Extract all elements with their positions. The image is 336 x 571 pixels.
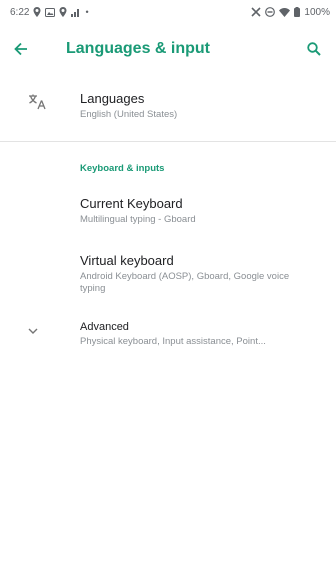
section-header-keyboard: Keyboard & inputs [80, 163, 165, 174]
signal-icon [71, 8, 80, 17]
languages-icon-wrap [16, 91, 80, 110]
page-title: Languages & input [66, 40, 210, 57]
status-bar: 6:22 • 100% [0, 0, 336, 24]
virtual-keyboard-summary: Android Keyboard (AOSP), Gboard, Google … [80, 271, 290, 294]
current-keyboard-label: Current Keyboard [80, 196, 183, 211]
virtual-keyboard-text: Virtual keyboard Android Keyboard (AOSP)… [80, 253, 320, 295]
divider [0, 141, 336, 142]
current-keyboard-item[interactable]: Current Keyboard Multilingual typing - G… [0, 196, 336, 226]
search-icon [307, 42, 321, 56]
do-not-disturb-icon [265, 7, 276, 17]
current-keyboard-text: Current Keyboard Multilingual typing - G… [80, 196, 320, 226]
search-button[interactable] [300, 35, 328, 63]
back-button[interactable] [14, 35, 42, 63]
status-time: 6:22 [10, 6, 30, 18]
dot-icon: • [85, 6, 89, 17]
advanced-summary: Physical keyboard, Input assistance, Poi… [80, 336, 266, 347]
virtual-keyboard-label: Virtual keyboard [80, 253, 174, 268]
advanced-item[interactable]: Advanced Physical keyboard, Input assist… [0, 321, 336, 348]
languages-summary: English (United States) [80, 109, 178, 120]
location-icon [59, 7, 67, 17]
mute-icon [251, 7, 261, 17]
advanced-icon-wrap [16, 321, 80, 335]
image-icon [45, 7, 56, 17]
back-arrow-icon [14, 42, 27, 56]
wifi-icon [279, 7, 291, 17]
virtual-keyboard-item[interactable]: Virtual keyboard Android Keyboard (AOSP)… [0, 253, 336, 295]
app-bar: Languages & input [0, 24, 336, 74]
translate-icon [29, 94, 46, 110]
chevron-down-icon [28, 328, 38, 334]
battery-icon [294, 7, 301, 17]
languages-item[interactable]: Languages English (United States) [0, 91, 336, 121]
languages-label: Languages [80, 91, 145, 106]
status-left: 6:22 • [10, 7, 89, 18]
languages-text: Languages English (United States) [80, 91, 320, 121]
battery-percent: 100% [304, 6, 330, 18]
advanced-text: Advanced Physical keyboard, Input assist… [80, 321, 320, 348]
current-keyboard-summary: Multilingual typing - Gboard [80, 214, 196, 225]
advanced-label: Advanced [80, 321, 129, 333]
status-right: 100% [251, 7, 330, 18]
location-icon [33, 7, 41, 17]
